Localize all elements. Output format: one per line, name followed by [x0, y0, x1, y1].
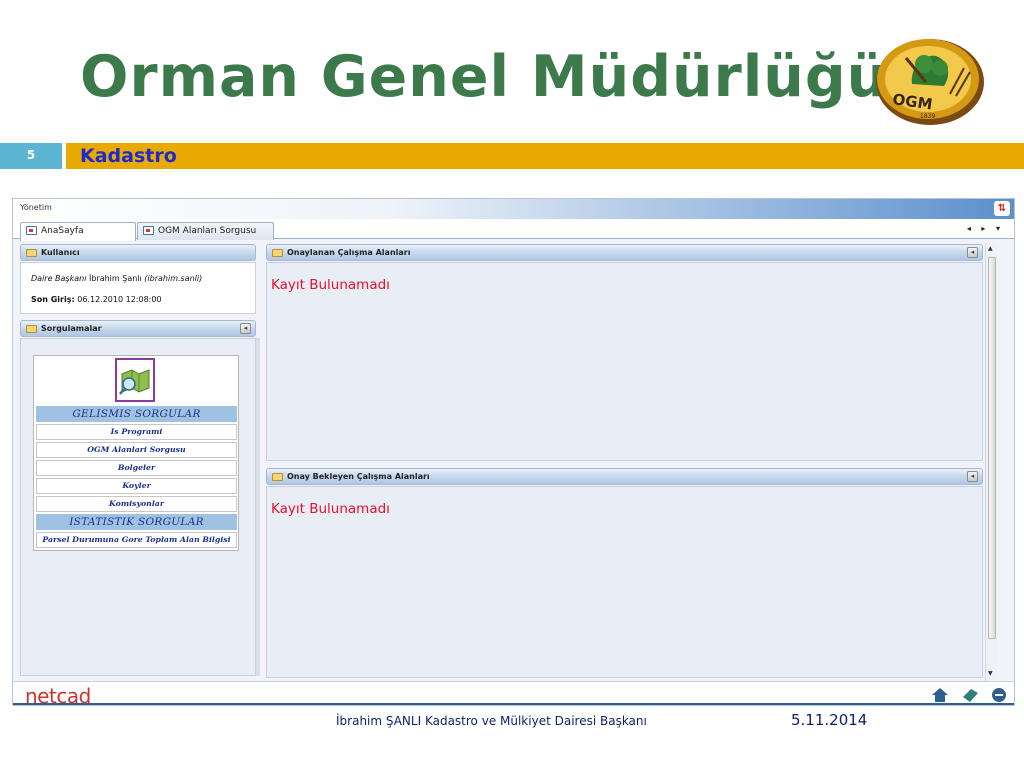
slide-author: İbrahim ŞANLI Kadastro ve Mülkiyet Daire… [336, 714, 647, 728]
collapse-icon[interactable]: ◂ [967, 471, 978, 482]
footer-divider [13, 703, 1014, 705]
right-scrollbar[interactable]: ▲ ▼ [985, 243, 997, 681]
shape-icon[interactable] [961, 687, 979, 703]
last-login: Son Giriş: 06.12.2010 12:08:00 [31, 295, 162, 304]
approved-panel-header: Onaylanan Çalışma Alanları ◂ [266, 244, 983, 261]
collapse-icon[interactable]: ◂ [967, 247, 978, 258]
last-login-time: 06.12.2010 12:08:00 [77, 295, 162, 304]
tab-nav-arrows-icon[interactable]: ◂ ▸ ▾ [967, 224, 1004, 233]
query-link-is-programi[interactable]: Is Programi [36, 424, 237, 440]
query-link-komisyonlar[interactable]: Komisyonlar [36, 496, 237, 512]
user-info: Daire Başkanı İbrahim Şanlı (ibrahim.san… [31, 274, 202, 283]
user-panel: Daire Başkanı İbrahim Şanlı (ibrahim.san… [20, 262, 256, 314]
page-icon [143, 226, 154, 235]
query-panel-title: Sorgulamalar [41, 324, 102, 333]
query-panel: GELISMIS SORGULAR Is Programi OGM Alanla… [20, 338, 256, 676]
tab-label: AnaSayfa [41, 226, 84, 236]
advanced-queries-heading: GELISMIS SORGULAR [36, 406, 237, 422]
user-panel-title: Kullanıcı [41, 248, 80, 257]
pending-panel-header: Onay Bekleyen Çalışma Alanları ◂ [266, 468, 983, 485]
query-panel-header: Sorgulamalar ◂ [20, 320, 256, 337]
tab-ogm-alanlari-sorgusu[interactable]: OGM Alanları Sorgusu [137, 222, 274, 240]
home-icon[interactable] [931, 687, 949, 703]
map-search-icon [115, 358, 155, 402]
no-record-message: Kayıt Bulunamadı [271, 277, 390, 293]
query-link-koyler[interactable]: Koyler [36, 478, 237, 494]
pending-panel: Kayıt Bulunamadı [266, 486, 983, 678]
refresh-icon[interactable]: ⇅ [994, 201, 1010, 216]
left-scrollbar[interactable] [256, 338, 260, 676]
scroll-up-icon[interactable]: ▲ [988, 245, 993, 252]
section-title: Kadastro [80, 145, 177, 167]
last-login-label: Son Giriş: [31, 295, 75, 304]
circle-icon[interactable] [990, 687, 1008, 703]
statistics-queries-heading: ISTATISTIK SORGULAR [36, 514, 237, 530]
tab-label: OGM Alanları Sorgusu [158, 226, 257, 236]
query-link-ogm-alanlari[interactable]: OGM Alanlari Sorgusu [36, 442, 237, 458]
scroll-down-icon[interactable]: ▼ [988, 670, 993, 677]
logo-year: 1839 [920, 113, 935, 120]
user-role: Daire Başkanı [31, 274, 87, 283]
query-link-bolgeler[interactable]: Bolgeler [36, 460, 237, 476]
user-name: İbrahim Şanlı [88, 274, 142, 283]
slide-date: 5.11.2014 [791, 711, 868, 729]
app-titlebar: Yönetim ⇅ [13, 199, 1014, 219]
section-bar: Kadastro [66, 143, 1024, 169]
no-record-message: Kayıt Bulunamadı [271, 501, 390, 517]
tab-anasayfa[interactable]: AnaSayfa [20, 222, 136, 241]
folder-icon [272, 473, 283, 481]
app-title: Yönetim [20, 203, 52, 212]
folder-icon [26, 325, 37, 333]
tab-strip: AnaSayfa OGM Alanları Sorgusu ◂ ▸ ▾ [13, 219, 1014, 241]
pending-panel-title: Onay Bekleyen Çalışma Alanları [287, 472, 430, 481]
folder-icon [26, 249, 37, 257]
collapse-icon[interactable]: ◂ [240, 323, 251, 334]
query-menu: GELISMIS SORGULAR Is Programi OGM Alanla… [33, 355, 239, 551]
slide-title: Orman Genel Müdürlüğü [80, 44, 889, 110]
ogm-emblem-icon: OGM 1839 [872, 34, 984, 126]
app-footer: netcad [13, 681, 1014, 705]
slide-number: 5 [0, 143, 62, 169]
folder-icon [272, 249, 283, 257]
approved-panel-title: Onaylanan Çalışma Alanları [287, 248, 411, 257]
scrollbar-thumb[interactable] [988, 257, 996, 639]
app-window: Yönetim ⇅ AnaSayfa OGM Alanları Sorgusu … [12, 198, 1015, 706]
query-link-parsel-durumu[interactable]: Parsel Durumuna Gore Toplam Alan Bilgisi [36, 532, 237, 548]
page-icon [26, 226, 37, 235]
user-username: (ibrahim.sanli) [144, 274, 203, 283]
approved-panel: Kayıt Bulunamadı [266, 262, 983, 461]
user-panel-header: Kullanıcı [20, 244, 256, 261]
